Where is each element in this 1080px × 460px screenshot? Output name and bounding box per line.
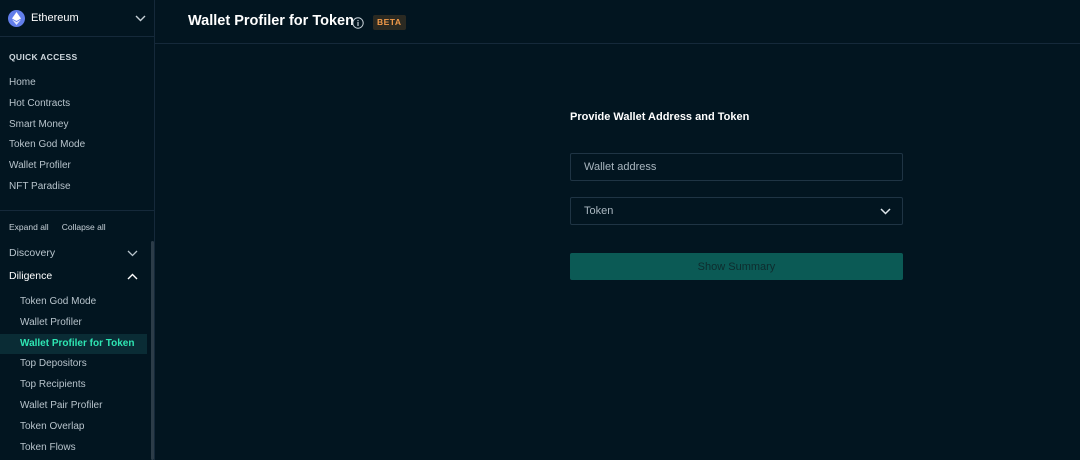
quick-access-title: QUICK ACCESS xyxy=(9,52,78,62)
quick-access-nft-paradise[interactable]: NFT Paradise xyxy=(9,177,85,198)
beta-badge: BETA xyxy=(373,15,406,30)
diligence-list: Token God Mode Wallet Profiler Wallet Pr… xyxy=(0,292,147,458)
show-summary-button[interactable]: Show Summary xyxy=(570,253,903,280)
quick-access-wallet-profiler[interactable]: Wallet Profiler xyxy=(9,156,85,177)
sidebar-item-wallet-profiler-for-token[interactable]: Wallet Profiler for Token xyxy=(0,333,147,355)
wallet-address-input[interactable] xyxy=(570,153,903,181)
token-select-placeholder: Token xyxy=(584,205,614,217)
form-heading: Provide Wallet Address and Token xyxy=(570,111,750,123)
info-icon[interactable] xyxy=(352,16,364,29)
quick-access-token-god-mode[interactable]: Token God Mode xyxy=(9,135,85,156)
group-discovery-label: Discovery xyxy=(9,247,56,259)
sidebar: Ethereum QUICK ACCESS Home Hot Contracts… xyxy=(0,0,155,460)
group-diligence[interactable]: Diligence xyxy=(9,266,139,286)
chain-name: Ethereum xyxy=(31,12,79,24)
sidebar-item-token-god-mode[interactable]: Token God Mode xyxy=(0,292,147,313)
collapse-all-button[interactable]: Collapse all xyxy=(62,222,106,232)
page-title: Wallet Profiler for Token xyxy=(188,13,354,29)
quick-access-hot-contracts[interactable]: Hot Contracts xyxy=(9,94,85,115)
chevron-down-icon xyxy=(133,11,147,25)
chevron-down-icon xyxy=(878,204,892,218)
sidebar-divider xyxy=(0,210,155,211)
group-diligence-label: Diligence xyxy=(9,270,53,282)
chevron-up-icon xyxy=(125,269,139,283)
quick-access-home[interactable]: Home xyxy=(9,73,85,94)
expand-all-button[interactable]: Expand all xyxy=(9,222,49,232)
group-discovery[interactable]: Discovery xyxy=(9,243,139,263)
sidebar-item-token-overlap[interactable]: Token Overlap xyxy=(0,417,147,438)
chevron-down-icon xyxy=(125,246,139,260)
chain-selector[interactable]: Ethereum xyxy=(0,0,155,37)
sidebar-item-top-recipients[interactable]: Top Recipients xyxy=(0,375,147,396)
sidebar-item-top-depositors[interactable]: Top Depositors xyxy=(0,354,147,375)
sidebar-item-token-flows[interactable]: Token Flows xyxy=(0,438,147,459)
token-select[interactable]: Token xyxy=(570,197,903,225)
sidebar-item-wallet-profiler[interactable]: Wallet Profiler xyxy=(0,313,147,334)
ethereum-icon xyxy=(8,9,25,27)
sidebar-item-wallet-pair-profiler[interactable]: Wallet Pair Profiler xyxy=(0,396,147,417)
quick-access-smart-money[interactable]: Smart Money xyxy=(9,115,85,136)
sidebar-scrollbar[interactable] xyxy=(151,241,154,460)
expand-collapse-controls: Expand all Collapse all xyxy=(9,222,106,232)
page-header: Wallet Profiler for Token BETA xyxy=(155,0,1080,44)
quick-access-list: Home Hot Contracts Smart Money Token God… xyxy=(9,73,85,198)
